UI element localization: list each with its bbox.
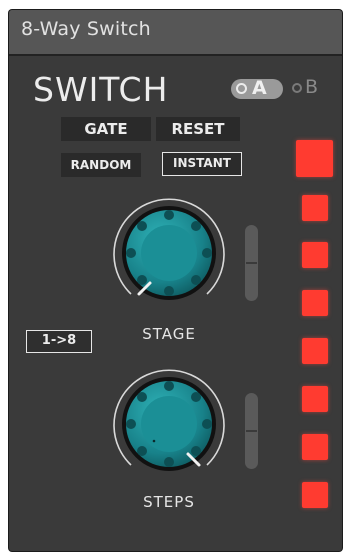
random-button[interactable]: RANDOM: [61, 153, 141, 177]
stage-led-7: [302, 434, 328, 460]
instant-button[interactable]: INSTANT: [162, 152, 242, 176]
stage-label: STAGE: [142, 325, 196, 343]
module-brand: SWITCH: [33, 70, 169, 109]
slider-divider: [246, 262, 257, 264]
stage-led-3: [302, 242, 328, 268]
mode-b-label: B: [305, 76, 319, 98]
mode-a-toggle[interactable]: A: [231, 77, 283, 99]
switch-module: 8-Way Switch SWITCH A B GATE RESET RANDO…: [9, 10, 342, 551]
mode-a-label: A: [252, 77, 267, 99]
steps-label: STEPS: [143, 493, 195, 511]
gate-button[interactable]: GATE: [61, 117, 151, 141]
stage-led-8: [302, 482, 328, 508]
stage-led-1: [296, 140, 333, 177]
slider-divider: [246, 430, 257, 432]
stage-led-5: [302, 338, 328, 364]
steps-knob[interactable]: [106, 361, 232, 487]
steps-knob-cap: [141, 396, 197, 452]
title-bar: 8-Way Switch: [9, 10, 342, 56]
window-title: 8-Way Switch: [21, 18, 151, 40]
stage-led-6: [302, 386, 328, 412]
stage-knob-cap: [141, 225, 197, 281]
radio-unselected-icon: [292, 83, 302, 93]
steps-knob-dot: [152, 439, 156, 443]
reset-button[interactable]: RESET: [156, 117, 240, 141]
stage-knob[interactable]: [106, 190, 232, 316]
radio-selected-icon: [236, 83, 247, 94]
stage-led-4: [302, 290, 328, 316]
range-button[interactable]: 1->8: [26, 330, 92, 353]
stage-cv-slider[interactable]: [245, 225, 258, 301]
steps-cv-slider[interactable]: [245, 393, 258, 469]
stage-led-2: [302, 195, 328, 221]
